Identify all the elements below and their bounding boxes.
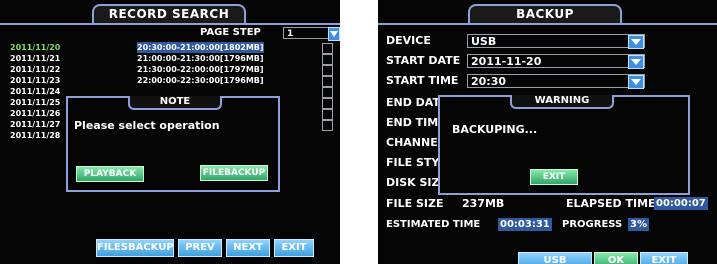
record-search-title: RECORD SEARCH <box>92 4 246 23</box>
record-row[interactable]: 21:00:00-21:30:00[1796MB] <box>137 53 264 64</box>
chevron-down-icon <box>330 31 338 37</box>
page-step-dropdown[interactable] <box>328 27 340 41</box>
channel-label: CHANNEL <box>386 136 445 149</box>
start-time-input[interactable]: 20:30 <box>467 74 645 88</box>
title-rule <box>378 23 717 25</box>
device-dropdown[interactable] <box>628 35 644 49</box>
record-row[interactable]: 21:30:00-22:00:00[1797MB] <box>137 64 264 75</box>
note-message: Please select operation <box>74 119 220 132</box>
record-checkbox[interactable] <box>322 65 333 76</box>
date-list: 2011/11/20 2011/11/21 2011/11/22 2011/11… <box>10 42 60 141</box>
page-step-label: PAGE STEP <box>200 27 261 38</box>
record-time-list: 20:30:00-21:00:00[1802MB] 21:00:00-21:30… <box>137 42 264 86</box>
progress-value: 3% <box>628 218 649 231</box>
start-date-value: 2011-11-20 <box>471 55 542 68</box>
note-title: NOTE <box>128 96 222 110</box>
page-step-input[interactable]: 1 <box>283 27 331 39</box>
chevron-down-icon <box>631 39 641 45</box>
date-item[interactable]: 2011/11/22 <box>10 64 60 75</box>
record-search-screen: RECORD SEARCH PAGE STEP 1 2011/11/20 201… <box>0 0 340 264</box>
page-step-value: 1 <box>287 29 294 39</box>
record-checkbox[interactable] <box>322 76 333 87</box>
record-checkbox[interactable] <box>322 109 333 120</box>
record-checkbox[interactable] <box>322 43 333 54</box>
estimated-time-label: ESTIMATED TIME <box>386 219 481 230</box>
start-date-label: START DATE <box>386 54 461 67</box>
filesbackup-button[interactable]: FILESBACKUP <box>96 239 174 257</box>
date-item[interactable]: 2011/11/24 <box>10 86 60 97</box>
device-label: DEVICE <box>386 34 431 47</box>
exit-button[interactable]: EXIT <box>274 239 314 257</box>
record-checkbox[interactable] <box>322 120 333 131</box>
warning-dialog: WARNING BACKUPING... EXIT <box>438 95 690 195</box>
warning-title: WARNING <box>510 95 614 109</box>
exit-button[interactable]: EXIT <box>640 252 688 264</box>
chevron-down-icon <box>631 79 641 85</box>
date-item[interactable]: 2011/11/25 <box>10 97 60 108</box>
start-date-input[interactable]: 2011-11-20 <box>467 54 645 68</box>
end-time-label: END TIME <box>386 116 446 129</box>
file-style-label: FILE STY <box>386 156 440 169</box>
backup-screen: BACKUP DEVICE USB START DATE 2011-11-20 … <box>378 0 717 264</box>
title-rule <box>0 23 340 25</box>
record-checkbox[interactable] <box>322 54 333 65</box>
progress-label: PROGRESS <box>562 219 623 230</box>
date-item[interactable]: 2011/11/23 <box>10 75 60 86</box>
date-item[interactable]: 2011/11/27 <box>10 119 60 130</box>
date-item[interactable]: 2011/11/26 <box>10 108 60 119</box>
start-date-dropdown[interactable] <box>628 55 644 69</box>
filebackup-button[interactable]: FILEBACKUP <box>200 165 268 181</box>
start-time-dropdown[interactable] <box>628 75 644 89</box>
warning-message: BACKUPING... <box>452 123 538 136</box>
device-select[interactable]: USB <box>467 34 645 48</box>
date-item[interactable]: 2011/11/28 <box>10 130 60 141</box>
record-checkbox[interactable] <box>322 87 333 98</box>
start-time-value: 20:30 <box>471 75 507 88</box>
elapsed-time-label: ELAPSED TIME <box>566 197 656 210</box>
date-item-selected[interactable]: 2011/11/20 <box>10 42 60 53</box>
record-row[interactable]: 22:00:00-22:30:00[1796MB] <box>137 75 264 86</box>
record-checkbox[interactable] <box>322 98 333 109</box>
estimated-time-value: 00:03:31 <box>498 218 552 231</box>
record-row-selected[interactable]: 20:30:00-21:00:00[1802MB] <box>137 42 264 53</box>
disk-size-label: DISK SIZ <box>386 176 440 189</box>
ok-button[interactable]: OK <box>594 252 638 264</box>
file-size-label: FILE SIZE <box>386 197 444 210</box>
device-value: USB <box>471 35 497 48</box>
date-item[interactable]: 2011/11/21 <box>10 53 60 64</box>
prev-button[interactable]: PREV <box>178 239 222 257</box>
elapsed-time-value: 00:00:07 <box>654 197 708 210</box>
start-time-label: START TIME <box>386 74 459 87</box>
backup-title: BACKUP <box>468 4 622 23</box>
warning-exit-button[interactable]: EXIT <box>530 169 578 185</box>
next-button[interactable]: NEXT <box>226 239 270 257</box>
file-size-value: 237MB <box>462 197 505 210</box>
usb-format-button[interactable]: USB FORMAT <box>518 252 592 264</box>
chevron-down-icon <box>631 59 641 65</box>
playback-button[interactable]: PLAYBACK <box>76 166 144 182</box>
note-dialog: NOTE Please select operation PLAYBACK FI… <box>66 96 280 192</box>
